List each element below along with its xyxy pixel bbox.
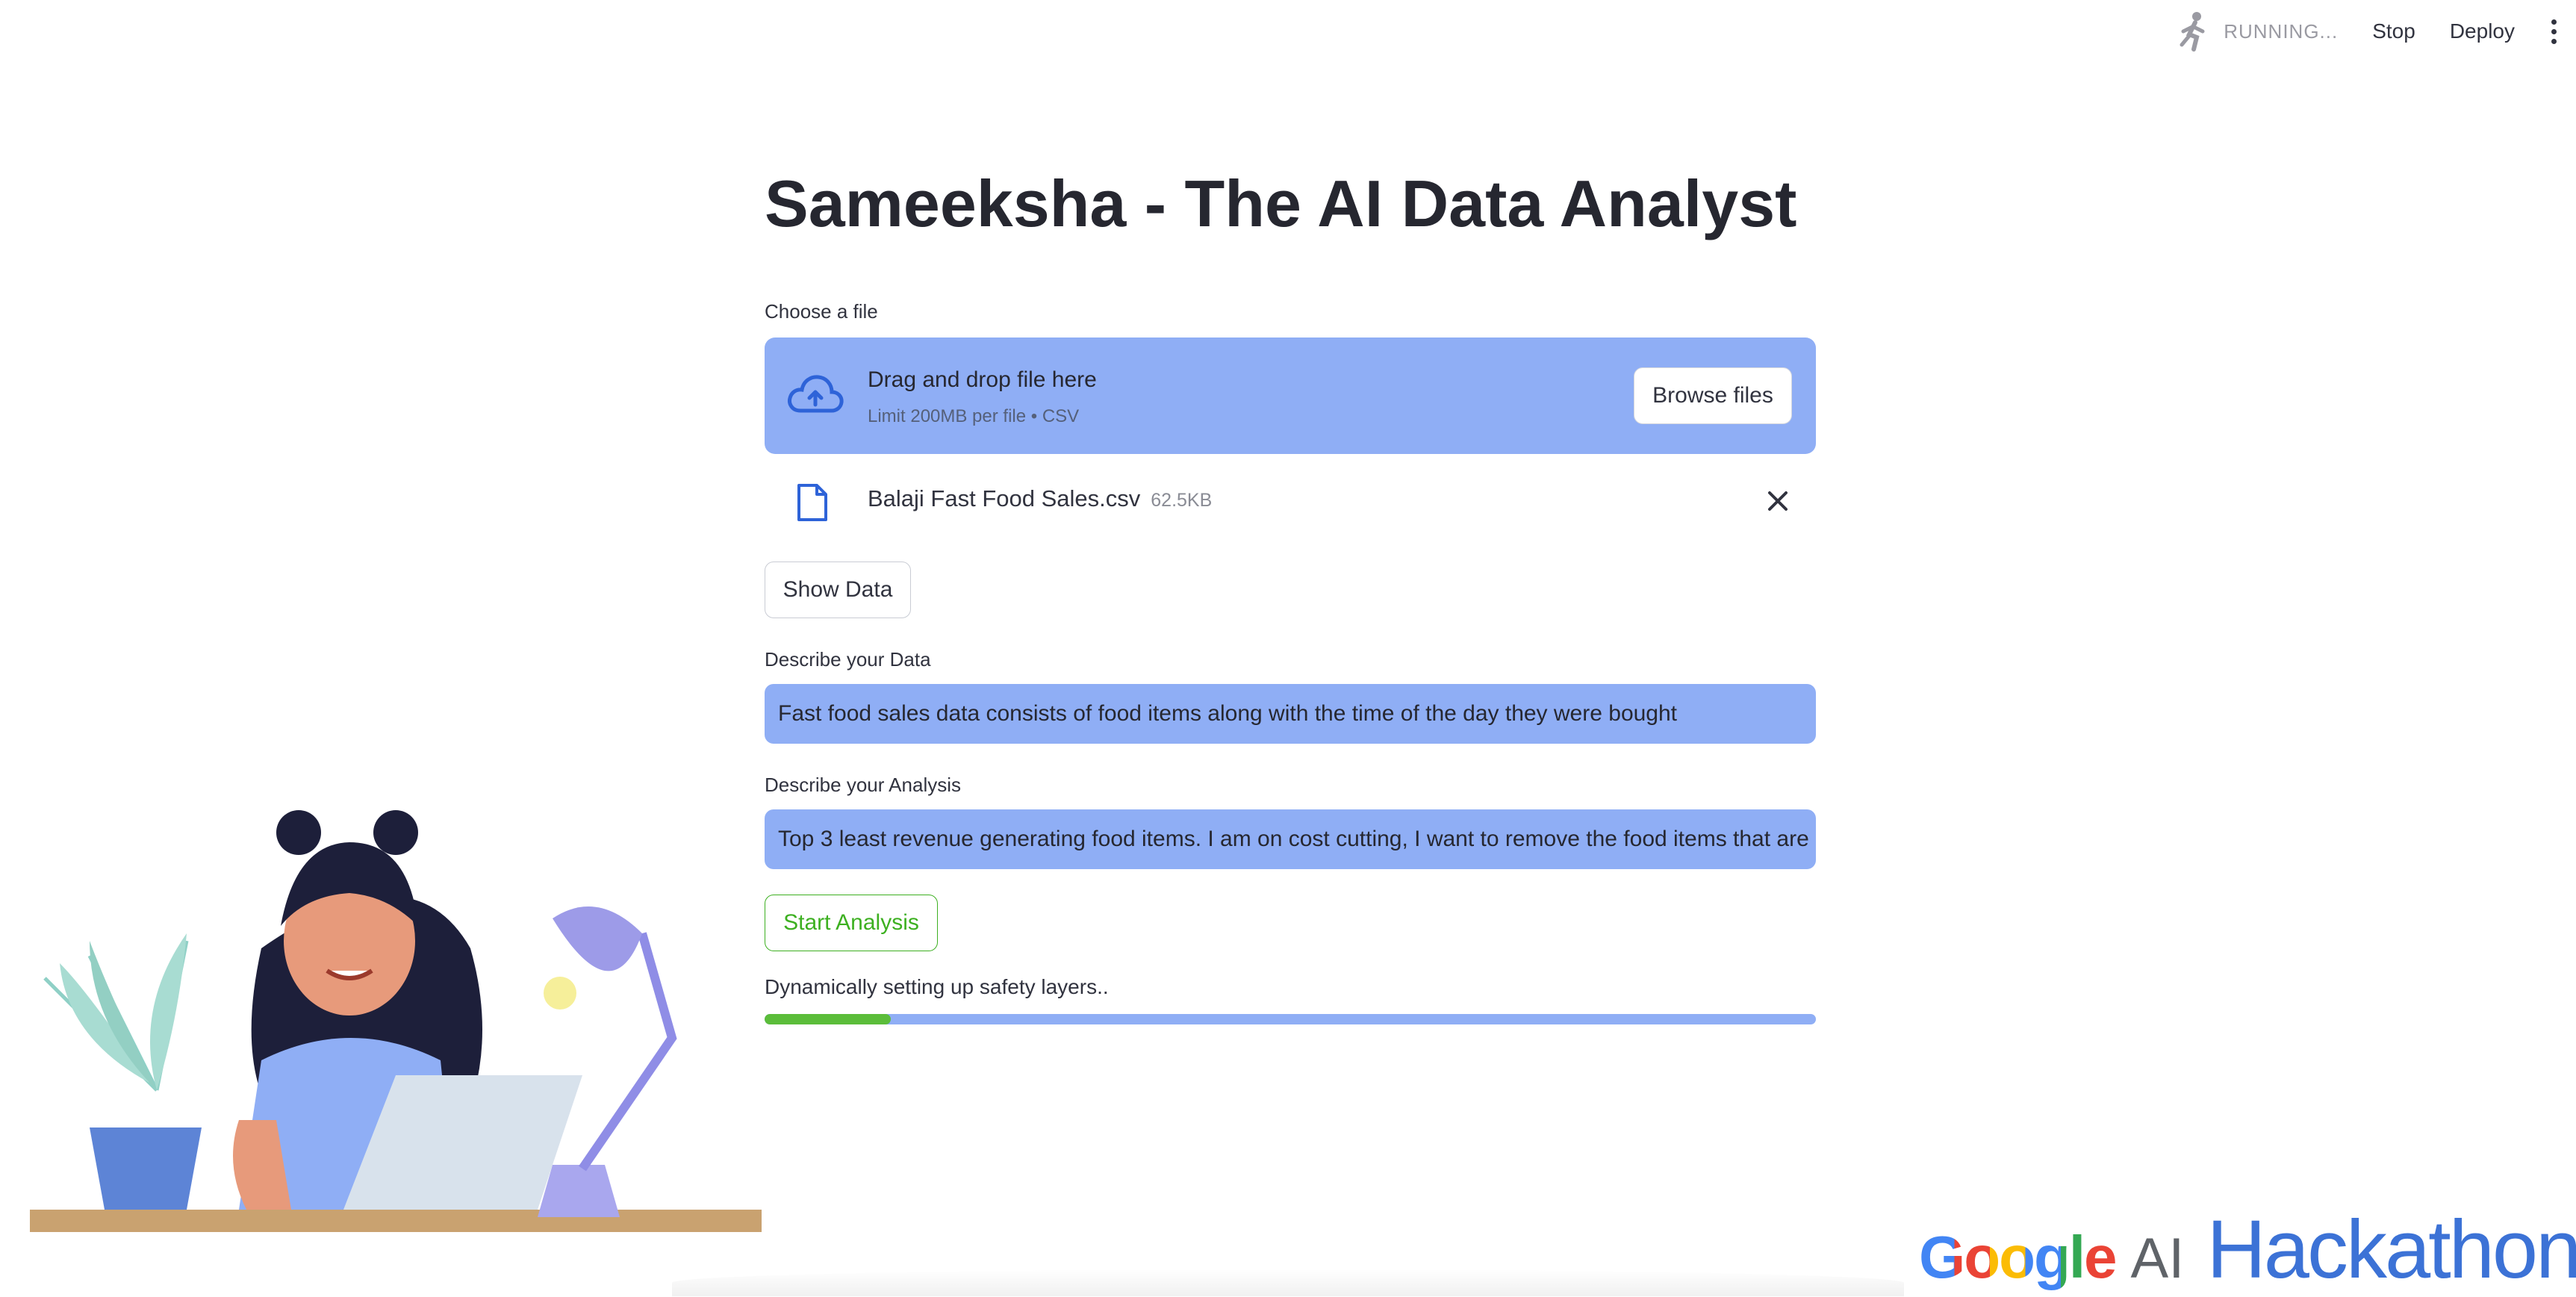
running-status: RUNNING... [2177,10,2338,52]
describe-data-label: Describe your Data [765,648,931,671]
uploaded-file-row: Balaji Fast Food Sales.csv 62.5KB [765,469,1816,532]
running-status-text: RUNNING... [2224,19,2339,43]
deploy-button[interactable]: Deploy [2450,19,2515,43]
file-size: 62.5KB [1151,490,1213,511]
show-data-button[interactable]: Show Data [765,562,911,618]
ai-logo-text: AI [2130,1227,2185,1290]
top-toolbar: RUNNING... Stop Deploy [2177,0,2576,63]
dropzone-title: Drag and drop file here [868,367,1097,392]
google-ai-hackathon-logo: Google AI Hackathon [1919,1202,2576,1297]
dropzone-limit-text: Limit 200MB per file • CSV [868,406,1080,426]
girl-at-desk-illustration [30,810,762,1232]
uploaded-file-name: Balaji Fast Food Sales.csv 62.5KB [868,485,1212,512]
progress-bar [765,1014,1816,1024]
describe-data-input[interactable]: Fast food sales data consists of food it… [765,684,1816,744]
main-menu-icon[interactable] [2549,19,2558,44]
desk [30,1210,762,1232]
desk-lamp [538,906,677,1217]
browse-files-button[interactable]: Browse files [1634,367,1792,424]
file-icon [797,484,827,521]
start-analysis-button[interactable]: Start Analysis [765,895,938,951]
describe-analysis-input[interactable]: Top 3 least revenue generating food item… [765,809,1816,869]
describe-analysis-label: Describe your Analysis [765,774,961,796]
google-logo-text: Google [1919,1224,2118,1290]
progress-bar-fill [765,1014,891,1024]
running-man-icon [2180,12,2205,52]
plant-icon [43,933,202,1210]
file-uploader-label: Choose a file [765,300,878,323]
stop-button[interactable]: Stop [2372,19,2415,43]
close-icon[interactable] [1765,488,1791,514]
bottom-shadow [672,1269,1904,1296]
file-name-text: Balaji Fast Food Sales.csv [868,485,1141,511]
cloud-upload-icon [788,375,844,413]
file-dropzone[interactable]: Drag and drop file here Limit 200MB per … [765,338,1816,454]
progress-label: Dynamically setting up safety layers.. [765,975,1109,998]
page-title: Sameeksha - The AI Data Analyst [765,167,1797,240]
hackathon-logo-text: Hackathon [2206,1204,2576,1296]
